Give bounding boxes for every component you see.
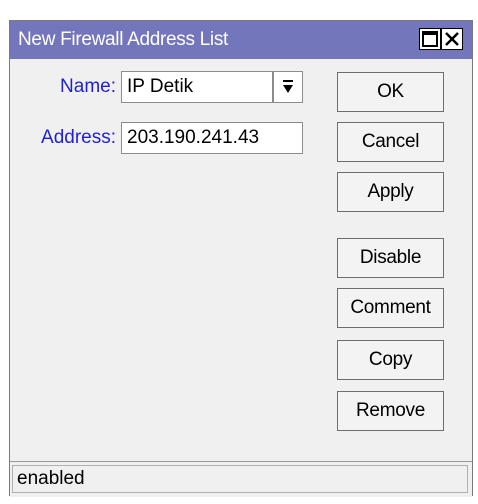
firewall-address-list-window: New Firewall Address List Name: IP Detik… [9, 20, 473, 497]
remove-button[interactable]: Remove [337, 391, 444, 431]
dropdown-arrow-icon [283, 80, 293, 93]
status-bar: enabled [10, 461, 472, 497]
cancel-button[interactable]: Cancel [337, 122, 444, 162]
name-dropdown-button[interactable] [273, 71, 303, 103]
title-bar[interactable]: New Firewall Address List [10, 21, 472, 59]
apply-button[interactable]: Apply [337, 172, 444, 212]
disable-button[interactable]: Disable [337, 238, 444, 278]
address-label: Address: [41, 127, 116, 148]
ok-button[interactable]: OK [337, 72, 444, 112]
address-input[interactable]: 203.190.241.43 [121, 122, 303, 154]
copy-button[interactable]: Copy [337, 340, 444, 380]
close-icon [445, 32, 459, 46]
comment-button[interactable]: Comment [337, 288, 444, 328]
maximize-button[interactable] [419, 28, 441, 50]
close-button[interactable] [441, 28, 463, 50]
status-text: enabled [12, 465, 468, 493]
maximize-icon [422, 31, 438, 47]
name-label: Name: [60, 76, 116, 97]
name-input[interactable]: IP Detik [121, 71, 273, 103]
window-title: New Firewall Address List [18, 29, 229, 50]
